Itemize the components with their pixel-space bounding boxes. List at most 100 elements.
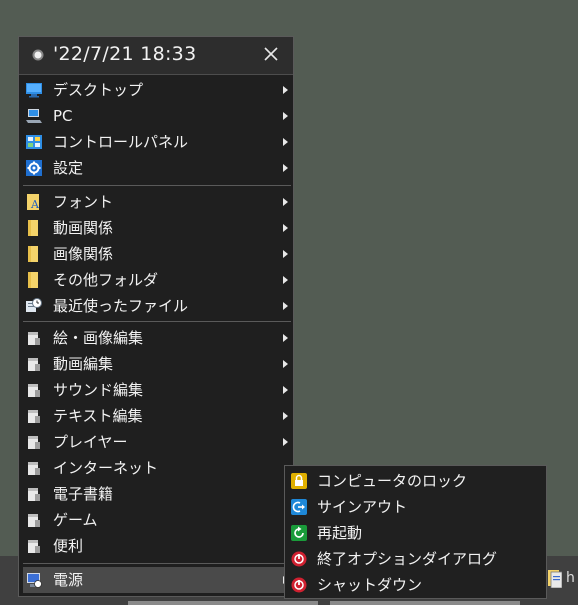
menu-item[interactable]: サウンド編集 xyxy=(23,377,291,403)
submenu-arrow-icon xyxy=(283,276,288,284)
menu-item-label: サウンド編集 xyxy=(53,381,144,399)
folder-icon xyxy=(28,220,38,236)
menu-item[interactable]: テキスト編集 xyxy=(23,403,291,429)
document-icon[interactable] xyxy=(548,570,562,588)
power-submenu-label: サインアウト xyxy=(317,498,408,516)
submenu-arrow-icon xyxy=(283,360,288,368)
submenu-arrow-icon xyxy=(283,112,288,120)
menu-item-label: PC xyxy=(53,107,73,125)
menu-item[interactable]: 最近使ったファイル xyxy=(23,293,291,319)
pc-icon xyxy=(26,109,42,123)
menu-item[interactable]: 絵・画像編集 xyxy=(23,325,291,351)
launcher-menu: '22/7/21 18:33 デスクトップ PC コントロールパネル 設定 A フォント動… xyxy=(18,36,294,597)
submenu-arrow-icon xyxy=(283,86,288,94)
menu-item-label: 絵・画像編集 xyxy=(53,329,144,347)
app-group-icon xyxy=(28,436,40,449)
taskbar-window-indicator[interactable] xyxy=(128,601,318,605)
menu-item[interactable]: 電子書籍 xyxy=(23,481,291,507)
header-datetime: '22/7/21 18:33 xyxy=(53,43,197,65)
menu-header: '22/7/21 18:33 xyxy=(19,37,293,75)
taskbar-item-label[interactable]: h xyxy=(566,570,575,586)
menu-item[interactable]: PC xyxy=(23,103,291,129)
menu-item-label: インターネット xyxy=(53,459,159,477)
menu-item-label: 最近使ったファイル xyxy=(53,297,189,315)
status-dot-icon xyxy=(32,49,44,61)
menu-item[interactable]: ゲーム xyxy=(23,507,291,533)
menu-item-label: フォント xyxy=(53,193,114,211)
menu-item[interactable]: コントロールパネル xyxy=(23,129,291,155)
menu-item-label: 電源 xyxy=(53,571,84,589)
submenu-arrow-icon xyxy=(283,412,288,420)
menu-item-label: その他フォルダ xyxy=(53,271,159,289)
menu-item[interactable]: 動画関係 xyxy=(23,215,291,241)
power-submenu-label: シャットダウン xyxy=(317,576,423,594)
power-submenu-label: 終了オプションダイアログ xyxy=(317,550,498,568)
app-group-icon xyxy=(28,358,40,371)
app-group-icon xyxy=(28,514,40,527)
menu-item[interactable]: 動画編集 xyxy=(23,351,291,377)
shutdown-dialog-icon xyxy=(291,551,307,567)
desktop-icon xyxy=(26,83,42,98)
recent-files-icon xyxy=(26,298,42,312)
power-submenu-label: 再起動 xyxy=(317,524,363,542)
shutdown-icon xyxy=(291,577,307,593)
app-group-icon xyxy=(28,462,40,475)
power-submenu-item[interactable]: コンピュータのロック xyxy=(289,468,543,494)
power-submenu-label: コンピュータのロック xyxy=(317,472,468,490)
menu-item-label: 画像関係 xyxy=(53,245,114,263)
menu-item[interactable]: プレイヤー xyxy=(23,429,291,455)
menu-item[interactable]: デスクトップ xyxy=(23,77,291,103)
svg-text:A: A xyxy=(30,198,40,210)
menu-item-label: 動画編集 xyxy=(53,355,114,373)
close-icon[interactable] xyxy=(260,43,282,65)
app-group-icon xyxy=(28,410,40,423)
app-group-icon xyxy=(28,488,40,501)
menu-item-label: テキスト編集 xyxy=(53,407,143,425)
power-computer-icon xyxy=(27,573,42,588)
submenu-arrow-icon xyxy=(283,164,288,172)
font-folder-icon: A xyxy=(27,194,40,210)
menu-item-label: 電子書籍 xyxy=(53,485,114,503)
menu-item[interactable]: その他フォルダ xyxy=(23,267,291,293)
app-group-icon xyxy=(28,540,40,553)
lock-icon xyxy=(291,473,307,489)
menu-item-label: 便利 xyxy=(53,537,84,555)
menu-item[interactable]: インターネット xyxy=(23,455,291,481)
power-submenu-item[interactable]: 再起動 xyxy=(289,520,543,546)
folder-icon xyxy=(28,246,38,262)
restart-icon xyxy=(291,525,307,541)
submenu-arrow-icon xyxy=(283,138,288,146)
menu-item[interactable]: 設定 xyxy=(23,155,291,181)
menu-item[interactable]: 便利 xyxy=(23,533,291,559)
submenu-arrow-icon xyxy=(283,438,288,446)
power-submenu-item[interactable]: サインアウト xyxy=(289,494,543,520)
submenu-arrow-icon xyxy=(283,198,288,206)
submenu-arrow-icon xyxy=(283,224,288,232)
menu-item-label: デスクトップ xyxy=(53,81,144,99)
menu-separator xyxy=(23,185,291,186)
menu-separator xyxy=(23,321,291,322)
submenu-arrow-icon xyxy=(283,386,288,394)
power-submenu-item[interactable]: シャットダウン xyxy=(289,572,543,598)
submenu-arrow-icon xyxy=(283,334,288,342)
menu-separator xyxy=(23,563,291,564)
menu-item-label: プレイヤー xyxy=(53,433,128,451)
menu-item[interactable]: 画像関係 xyxy=(23,241,291,267)
power-submenu-item[interactable]: 終了オプションダイアログ xyxy=(289,546,543,572)
settings-gear-icon xyxy=(26,160,42,176)
menu-item-label: コントロールパネル xyxy=(53,133,189,151)
app-group-icon xyxy=(28,384,40,397)
power-submenu: コンピュータのロック サインアウト 再起動終了オプションダイアログ シャットダウン xyxy=(284,465,547,599)
menu-item[interactable]: 電源 xyxy=(23,567,291,593)
menu-item-label: 設定 xyxy=(53,159,84,177)
sign-out-icon xyxy=(291,499,307,515)
menu-item-label: ゲーム xyxy=(53,511,98,529)
submenu-arrow-icon xyxy=(283,302,288,310)
submenu-arrow-icon xyxy=(283,250,288,258)
menu-item-label: 動画関係 xyxy=(53,219,114,237)
menu-item[interactable]: A フォント xyxy=(23,189,291,215)
control-panel-icon xyxy=(26,135,42,149)
app-group-icon xyxy=(28,332,40,345)
folder-icon xyxy=(28,272,38,288)
taskbar-window-indicator[interactable] xyxy=(330,601,520,605)
